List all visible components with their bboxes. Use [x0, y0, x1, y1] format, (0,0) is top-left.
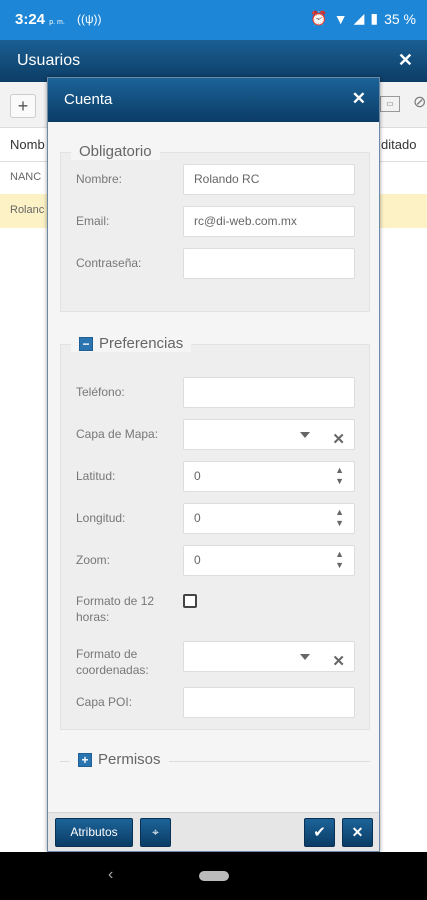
close-icon: ✕: [351, 824, 364, 840]
signal-icon: ◢: [353, 10, 365, 26]
longitude-label: Longitud:: [76, 511, 126, 525]
phone-input[interactable]: [183, 377, 355, 408]
spinner-icon[interactable]: ▲ ▼: [335, 507, 344, 529]
permissions-legend[interactable]: + Permisos: [70, 751, 169, 768]
plus-toggle-icon[interactable]: +: [78, 752, 92, 767]
column-right[interactable]: ditado: [381, 137, 416, 152]
map-layer-label: Capa de Mapa:: [76, 427, 159, 441]
save-button[interactable]: ✔: [304, 818, 335, 847]
dialog-title: Cuenta: [64, 91, 113, 108]
users-window-header: Usuarios ✕: [0, 40, 427, 82]
zoom-label: Zoom:: [76, 553, 111, 567]
map-layer-select[interactable]: ✕: [183, 419, 355, 450]
poi-layer-label: Capa POI:: [76, 695, 133, 709]
add-user-button[interactable]: +: [10, 94, 36, 118]
mandatory-legend: Obligatorio: [71, 143, 160, 160]
home-pill-icon[interactable]: [199, 871, 229, 881]
battery-percent: 35 %: [384, 10, 416, 27]
battery-icon: ▮: [370, 10, 379, 26]
dialog-header: Cuenta ✕: [48, 78, 379, 122]
keyboard-icon[interactable]: ▭: [380, 96, 400, 112]
checkmark-icon: ✔: [313, 824, 326, 841]
dialog-footer: Atributos ⌖ ✔ ✕: [48, 812, 379, 851]
name-input[interactable]: Rolando RC: [183, 164, 355, 195]
poi-layer-input[interactable]: [183, 687, 355, 718]
status-time: 3:24 p. m.: [15, 11, 65, 28]
cancel-button[interactable]: ✕: [342, 818, 373, 847]
phone-label: Teléfono:: [76, 385, 125, 399]
latitude-label: Latitud:: [76, 469, 116, 483]
password-input[interactable]: [183, 248, 355, 279]
close-icon[interactable]: ✕: [398, 50, 413, 71]
preferences-fieldset: − Preferencias Teléfono: Capa de Mapa: ✕…: [60, 335, 370, 730]
spinner-icon[interactable]: ▲ ▼: [335, 465, 344, 487]
longitude-stepper[interactable]: 0 ▲ ▼: [183, 503, 355, 534]
password-label: Contraseña:: [76, 256, 142, 270]
alarm-icon: ⏰: [310, 10, 328, 26]
latitude-stepper[interactable]: 0 ▲ ▼: [183, 461, 355, 492]
twelve-hour-label: Formato de 12 horas:: [76, 594, 155, 624]
mandatory-fieldset: Obligatorio Nombre: Rolando RC Email: rc…: [60, 143, 370, 312]
zoom-stepper[interactable]: 0 ▲ ▼: [183, 545, 355, 576]
name-label: Nombre:: [76, 172, 123, 186]
link-icon[interactable]: ⊘: [413, 92, 426, 112]
users-window-title: Usuarios: [17, 52, 81, 69]
close-icon[interactable]: ✕: [352, 89, 366, 109]
twelve-hour-checkbox[interactable]: [183, 594, 197, 608]
status-icons: ⏰ ▼ ◢ ▮ 35 %: [310, 10, 416, 27]
account-dialog: Cuenta ✕ Obligatorio Nombre: Rolando RC …: [47, 77, 380, 852]
back-icon[interactable]: ‹: [108, 866, 113, 884]
chevron-down-icon[interactable]: [300, 432, 310, 438]
navigation-bar: ‹: [0, 852, 427, 900]
column-name[interactable]: Nomb: [10, 137, 45, 152]
clear-icon[interactable]: ✕: [332, 647, 345, 676]
coord-format-select[interactable]: ✕: [183, 641, 355, 672]
coord-format-label: Formato de coordenadas:: [76, 647, 149, 677]
attributes-button[interactable]: Atributos: [55, 818, 133, 847]
minus-toggle-icon[interactable]: −: [79, 336, 93, 351]
dialog-body: Obligatorio Nombre: Rolando RC Email: rc…: [48, 122, 379, 812]
chevron-down-icon[interactable]: [300, 654, 310, 660]
email-input[interactable]: rc@di-web.com.mx: [183, 206, 355, 237]
clear-icon[interactable]: ✕: [332, 425, 345, 454]
spinner-icon[interactable]: ▲ ▼: [335, 549, 344, 571]
wifi-icon: ▼: [333, 10, 348, 27]
antenna-icon: ((ψ)): [77, 12, 102, 26]
status-bar: 3:24 p. m. ((ψ)) ⏰ ▼ ◢ ▮ 35 %: [0, 0, 427, 40]
email-label: Email:: [76, 214, 110, 228]
map-pin-icon[interactable]: ⌖: [140, 818, 171, 847]
preferences-legend[interactable]: − Preferencias: [71, 335, 192, 352]
